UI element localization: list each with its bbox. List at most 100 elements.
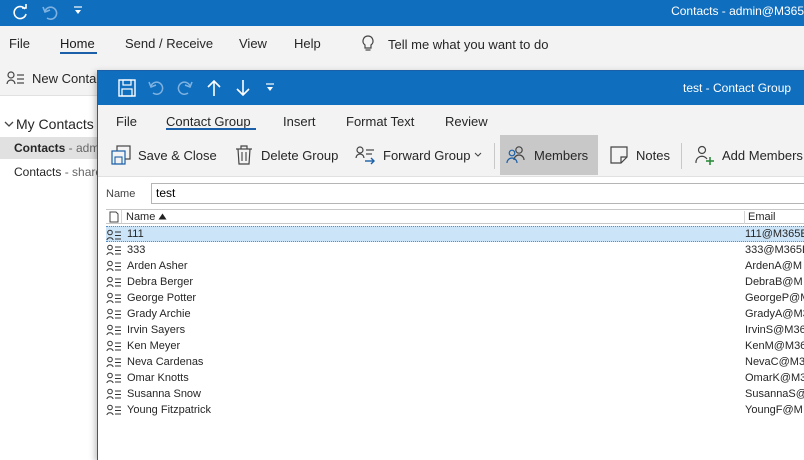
member-email: DebraB@M: [745, 276, 803, 288]
contact-icon: [106, 276, 121, 288]
member-name: Grady Archie: [127, 308, 191, 320]
contact-icon: [106, 244, 121, 256]
contact-icon: [106, 404, 121, 416]
save-icon[interactable]: [116, 77, 138, 99]
redo-icon[interactable]: [174, 77, 196, 99]
trash-icon: [236, 145, 252, 165]
my-contacts-header[interactable]: My Contacts: [4, 116, 94, 132]
member-name: Susanna Snow: [127, 388, 201, 400]
arrow-down-icon[interactable]: [232, 77, 254, 99]
member-email: KenM@M36: [745, 340, 804, 352]
chevron-down-icon: [4, 121, 14, 127]
member-name: Young Fitzpatrick: [127, 404, 211, 416]
column-header-email[interactable]: Email: [744, 211, 776, 224]
member-name: Ken Meyer: [127, 340, 181, 352]
tab-insert[interactable]: Insert: [283, 114, 316, 129]
member-name: Arden Asher: [127, 260, 188, 272]
save-close-label: Save & Close: [138, 147, 217, 163]
active-tab-indicator: [166, 128, 256, 130]
member-email: GradyA@M3: [745, 308, 804, 320]
arrow-up-icon[interactable]: [203, 77, 225, 99]
new-contact-button[interactable]: New Conta: [6, 70, 96, 86]
chevron-down-icon: [475, 152, 482, 157]
member-row[interactable]: Ken Meyer KenM@M36: [106, 338, 804, 354]
member-row[interactable]: Susanna Snow SusannaS@: [106, 386, 804, 402]
notes-icon: [610, 146, 628, 164]
member-email: NevaC@M3: [745, 356, 804, 368]
column-name-label: Name: [126, 211, 156, 223]
member-row[interactable]: Neva Cardenas NevaC@M3: [106, 354, 804, 370]
contact-icon: [106, 372, 121, 384]
members-icon: [506, 146, 525, 164]
contact-group-titlebar: test - Contact Group: [98, 71, 804, 105]
tell-me-text: Tell me what you want to do: [388, 36, 549, 52]
members-button[interactable]: Members: [500, 135, 598, 175]
contact-icon: [106, 388, 121, 400]
member-name: George Potter: [127, 292, 197, 304]
document-icon: [109, 211, 119, 223]
contact-icon: [106, 324, 121, 336]
member-row[interactable]: Irvin Sayers IrvinS@M36: [106, 322, 804, 338]
undo-icon[interactable]: [145, 77, 167, 99]
delete-group-button[interactable]: Delete Group: [233, 135, 338, 175]
save-close-icon: [111, 145, 131, 165]
new-contact-label: New Conta: [32, 70, 97, 86]
tab-file[interactable]: File: [9, 36, 30, 51]
folder-label: Contacts: [14, 165, 62, 179]
notes-label: Notes: [636, 147, 670, 163]
tab-view[interactable]: View: [239, 36, 267, 51]
member-email: YoungF@M: [745, 404, 803, 416]
member-email: ArdenA@M: [745, 260, 803, 272]
member-row[interactable]: Omar Knotts OmarK@M3: [106, 370, 804, 386]
add-members-button[interactable]: Add Members: [694, 135, 803, 175]
save-close-button[interactable]: Save & Close: [110, 135, 217, 175]
group-name-label: Name: [106, 188, 136, 200]
contact-card-icon: [6, 71, 24, 85]
members-list-header: Name Email: [106, 209, 804, 224]
member-row[interactable]: 111 111@M365E: [106, 226, 804, 242]
member-name: 111: [127, 228, 144, 240]
contact-icon: [106, 260, 121, 272]
tab-home[interactable]: Home: [60, 36, 95, 51]
delete-group-label: Delete Group: [261, 147, 339, 163]
notes-button[interactable]: Notes: [608, 135, 670, 175]
tab-format-text[interactable]: Format Text: [346, 114, 414, 129]
customize-qat-icon[interactable]: [72, 5, 84, 20]
add-members-label: Add Members: [722, 147, 803, 163]
folder-contacts-shared[interactable]: Contacts - share: [0, 161, 100, 183]
my-contacts-label: My Contacts: [16, 116, 94, 132]
tab-review[interactable]: Review: [445, 114, 488, 129]
member-row[interactable]: George Potter GeorgeP@M: [106, 290, 804, 306]
column-header-name[interactable]: Name: [126, 211, 167, 223]
forward-group-button[interactable]: Forward Group: [355, 135, 482, 175]
outlook-window-title: Contacts - admin@M365: [671, 4, 804, 18]
sync-icon[interactable]: [10, 3, 30, 26]
member-row[interactable]: 333 333@M365E: [106, 242, 804, 258]
member-row[interactable]: Grady Archie GradyA@M3: [106, 306, 804, 322]
member-name: Irvin Sayers: [127, 324, 186, 336]
member-row[interactable]: Arden Asher ArdenA@M: [106, 258, 804, 274]
contact-group-title: test - Contact Group: [683, 81, 792, 95]
folder-account: - admi: [65, 141, 100, 155]
outlook-titlebar: Contacts - admin@M365: [0, 0, 804, 26]
member-email: GeorgeP@M: [745, 292, 804, 304]
member-name: Debra Berger: [127, 276, 194, 288]
group-name-input[interactable]: test: [151, 183, 804, 204]
undo-icon[interactable]: [40, 3, 60, 26]
member-row[interactable]: Debra Berger DebraB@M: [106, 274, 804, 290]
contact-icon: [106, 356, 121, 368]
contact-icon: [106, 229, 121, 241]
folder-account: - share: [61, 165, 100, 179]
tell-me-search[interactable]: Tell me what you want to do: [360, 35, 548, 53]
folder-contacts-admin[interactable]: Contacts - admi: [0, 137, 100, 159]
tab-contact-group[interactable]: Contact Group: [166, 114, 251, 129]
member-name: 333: [127, 244, 146, 256]
customize-qat-icon[interactable]: [264, 82, 286, 104]
tab-send-receive[interactable]: Send / Receive: [125, 36, 213, 51]
tab-help[interactable]: Help: [294, 36, 321, 51]
ribbon-separator: [494, 143, 495, 169]
member-row[interactable]: Young Fitzpatrick YoungF@M: [106, 402, 804, 418]
tab-file[interactable]: File: [116, 114, 137, 129]
contact-icon: [106, 308, 121, 320]
lightbulb-icon: [362, 35, 374, 51]
